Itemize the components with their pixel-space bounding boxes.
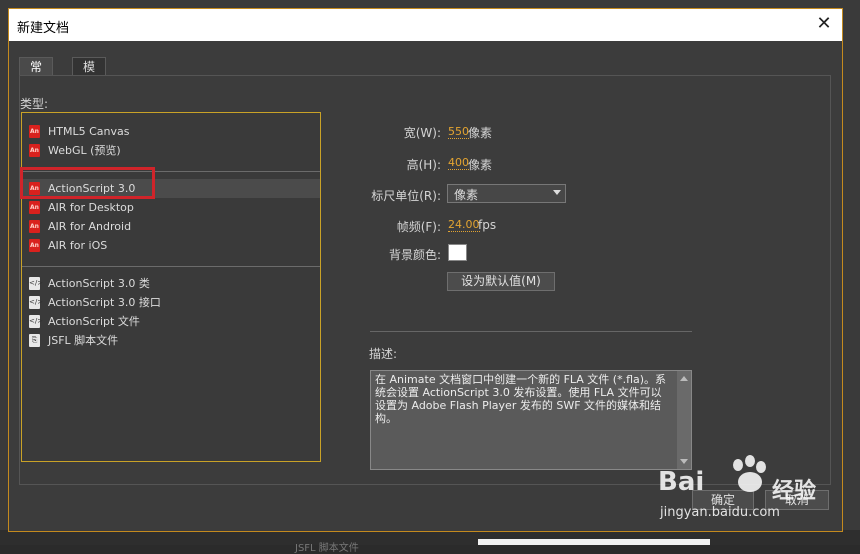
height-label: 高(H): [406,158,441,172]
title-bar: 新建文档 ✕ [9,9,842,41]
type-label: 类型: [20,97,49,111]
list-item-label: AIR for iOS [48,239,108,252]
scroll-up-icon[interactable] [680,376,688,381]
an-icon: An [29,201,40,214]
description-box: 在 Animate 文档窗口中创建一个新的 FLA 文件 (*.fla)。系统会… [370,370,692,470]
list-divider [22,266,320,267]
background-ghost-text: JSFL 脚本文件 [295,543,359,554]
script-file-icon: </> [29,277,43,290]
list-item-label: HTML5 Canvas [48,125,130,138]
document-type-list[interactable]: An HTML5 Canvas An WebGL (预览) An ActionS… [21,112,321,462]
list-item-air-ios[interactable]: An AIR for iOS [22,236,320,255]
ruler-units-dropdown[interactable]: 像素 [447,184,566,203]
background-color-label: 背景颜色: [388,248,441,262]
background-window-edge [478,539,710,545]
height-unit: 像素 [468,158,493,172]
jsfl-file-icon: ⎘ [29,334,40,347]
list-item-html5-canvas[interactable]: An HTML5 Canvas [22,122,320,141]
scroll-down-icon[interactable] [680,459,688,464]
ruler-units-value: 像素 [454,188,479,202]
set-default-button[interactable]: 设为默认值(M) [447,272,555,291]
list-item-label: ActionScript 文件 [48,315,140,328]
script-file-icon: </> [29,296,43,309]
width-label: 宽(W): [403,126,441,140]
list-item-air-android[interactable]: An AIR for Android [22,217,320,236]
an-icon: An [29,125,40,138]
cancel-button[interactable]: 取消 [765,490,829,510]
list-item-label: JSFL 脚本文件 [48,334,119,347]
script-file-icon: </> [29,315,43,328]
ok-button[interactable]: 确定 [692,490,754,510]
chevron-down-icon [553,190,561,195]
tab-templates[interactable]: 模板 [72,57,107,93]
ruler-units-label: 标尺单位(R): [371,189,441,203]
width-unit: 像素 [468,126,493,140]
section-divider [370,331,692,332]
tab-general[interactable]: 常规 [19,57,54,93]
an-icon: An [29,220,40,233]
an-icon: An [29,144,40,157]
description-scrollbar[interactable] [677,371,691,469]
width-value[interactable]: 550 [448,125,469,139]
description-label: 描述: [369,347,398,361]
height-value[interactable]: 400 [448,156,469,170]
frame-rate-value[interactable]: 24.00 [448,218,480,232]
list-item-label: AIR for Desktop [48,201,134,214]
dialog-title: 新建文档 [17,21,70,36]
list-item-jsfl[interactable]: ⎘ JSFL 脚本文件 [22,331,320,350]
list-item-as-file[interactable]: </> ActionScript 文件 [22,312,320,331]
list-item-as3-interface[interactable]: </> ActionScript 3.0 接口 [22,293,320,312]
selection-highlight-annotation [20,167,155,199]
frame-rate-unit: fps [478,218,497,232]
list-item-webgl[interactable]: An WebGL (预览) [22,141,320,160]
list-item-air-desktop[interactable]: An AIR for Desktop [22,198,320,217]
close-icon[interactable]: ✕ [814,14,834,34]
background-color-swatch[interactable] [448,244,467,261]
frame-rate-label: 帧频(F): [396,220,441,234]
an-icon: An [29,239,40,252]
list-item-label: WebGL (预览) [48,144,121,157]
background-strip [0,530,860,545]
list-item-label: ActionScript 3.0 接口 [48,296,161,309]
list-item-label: ActionScript 3.0 类 [48,277,150,290]
list-item-as3-class[interactable]: </> ActionScript 3.0 类 [22,274,320,293]
description-text: 在 Animate 文档窗口中创建一个新的 FLA 文件 (*.fla)。系统会… [375,373,667,425]
list-item-label: AIR for Android [48,220,132,233]
